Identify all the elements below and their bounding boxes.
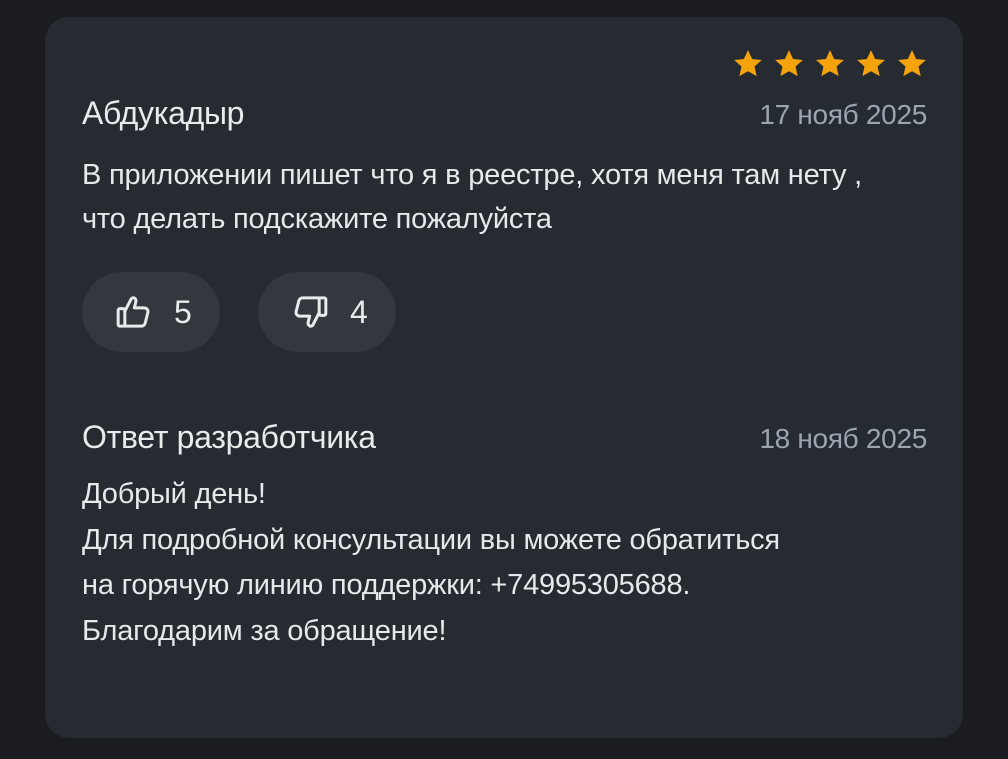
rating-stars (731, 47, 929, 81)
reply-line: Благодарим за обращение! (82, 614, 447, 647)
like-button[interactable]: 5 (82, 272, 220, 352)
star-icon (775, 50, 803, 77)
reply-line: Добрый день! (82, 478, 266, 510)
review-author: Абдукадыр (82, 95, 245, 131)
review-date: 17 нояб 2025 (759, 99, 927, 130)
like-count: 5 (174, 293, 192, 330)
developer-reply-title: Ответ разработчика (82, 419, 376, 455)
reply-line: на горячую линию поддержки: +74995305688… (82, 569, 691, 601)
dislike-count: 4 (350, 293, 368, 330)
review-text: В приложении пишет что я в реестре, хотя… (82, 159, 862, 235)
review-header: Абдукадыр 17 нояб 2025 (82, 95, 927, 132)
star-icon (898, 50, 926, 77)
developer-reply-date: 18 нояб 2025 (759, 423, 927, 454)
dislike-button[interactable]: 4 (258, 272, 396, 352)
developer-reply-header: Ответ разработчика 18 нояб 2025 (82, 419, 927, 456)
developer-reply-text: Добрый день! Для подробной консультации … (82, 472, 913, 654)
thumbs-down-icon (294, 296, 328, 328)
reply-line: Для подробной консультации вы можете обр… (82, 523, 780, 556)
star-icon (734, 50, 762, 77)
star-icon (816, 50, 844, 77)
star-icon (857, 50, 885, 77)
thumbs-up-icon (116, 296, 150, 328)
review-card: Абдукадыр 17 нояб 2025 В приложении пише… (45, 17, 963, 738)
